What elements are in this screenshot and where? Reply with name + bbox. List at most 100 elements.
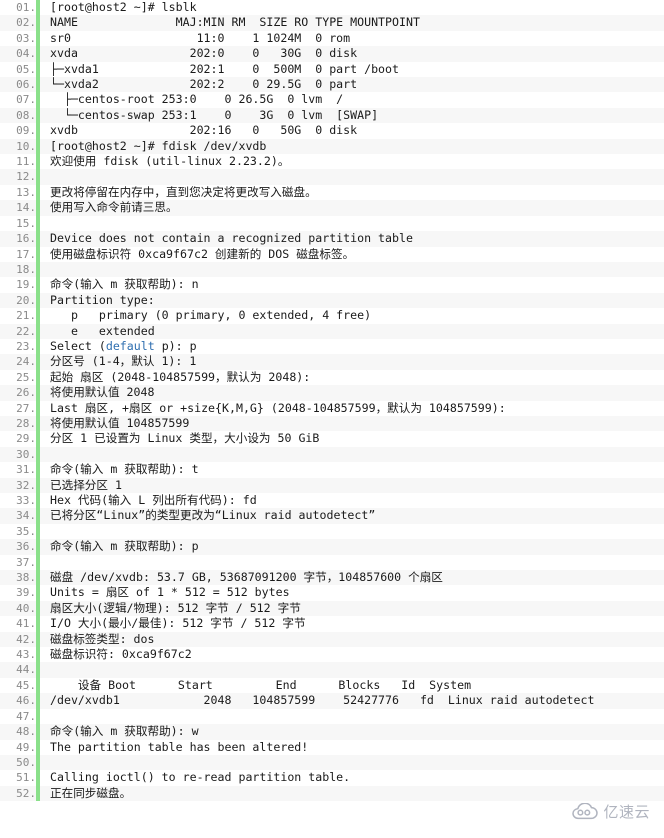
line-number: 21. xyxy=(16,309,36,323)
line-text: p primary (0 primary, 0 extended, 4 free… xyxy=(50,308,372,323)
code-line: 22. e extended xyxy=(0,323,664,339)
code-line: 07. ├─centos-root 253:0 0 26.5G 0 lvm / xyxy=(0,92,664,108)
gutter-accent-bar xyxy=(36,169,40,185)
code-line: 11. 欢迎使用 fdisk (util-linux 2.23.2)。 xyxy=(0,154,664,170)
code-line: 46. /dev/xvdb1 2048 104857599 52427776 fd… xyxy=(0,693,664,709)
line-text: └─centos-swap 253:1 0 3G 0 lvm [SWAP] xyxy=(50,107,379,122)
line-number: 05. xyxy=(16,62,36,76)
code-block: 01. [root@host2 ~]# lsblk 02. NAME MAJ:MIN … xyxy=(0,0,664,838)
code-line: 26. 将使用默认值 2048 xyxy=(0,385,664,401)
line-number: 35. xyxy=(16,524,36,538)
line-number: 29. xyxy=(16,432,36,446)
line-number: 33. xyxy=(16,494,36,507)
gutter-accent-bar xyxy=(36,446,40,463)
cloud-icon xyxy=(572,803,599,820)
line-number: 11. xyxy=(16,155,36,169)
line-number: 09. xyxy=(16,124,36,138)
code-line: 25. 起始 扇区 (2048-104857599，默认为 2048): xyxy=(0,369,664,386)
line-number: 46. xyxy=(16,694,36,708)
line-number: 38. xyxy=(16,571,36,585)
line-number: 32. xyxy=(16,478,36,492)
code-line: 29. 分区 1 已设置为 Linux 类型，大小设为 50 GiB xyxy=(0,431,664,447)
gutter-accent-bar xyxy=(36,554,40,571)
line-number: 52. xyxy=(16,786,36,800)
line-text: 命令(输入 m 获取帮助): w xyxy=(50,724,199,739)
line-number: 03. xyxy=(16,31,36,45)
line-number: 31. xyxy=(16,463,36,477)
code-line: 44. xyxy=(0,662,664,678)
line-text: 磁盘标签类型: dos xyxy=(50,631,155,646)
line-text: 正在同步磁盘。 xyxy=(50,785,132,800)
line-text: 分区 1 已设置为 Linux 类型，大小设为 50 GiB xyxy=(50,431,320,446)
line-number: 04. xyxy=(16,47,36,61)
code-line: 39. Units = 扇区 of 1 * 512 = 512 bytes xyxy=(0,585,664,601)
gutter-accent-bar xyxy=(36,523,40,540)
syntax-token: default xyxy=(105,338,155,353)
line-text: Select (default p): p xyxy=(40,339,664,354)
code-line: 34. 已将分区“Linux”的类型更改为“Linux raid autodete… xyxy=(0,508,664,524)
code-line: 24. 分区号 (1-4，默认 1): 1 xyxy=(0,354,664,370)
code-line: 16. Device does not contain a recognized … xyxy=(0,231,664,247)
line-number: 24. xyxy=(16,355,36,369)
code-line: 41. I/O 大小(最小/最佳): 512 字节 / 512 字节 xyxy=(0,616,664,632)
line-text: Units = 扇区 of 1 * 512 = 512 bytes xyxy=(50,585,290,600)
line-text: Calling ioctl() to re-read partition tab… xyxy=(50,770,351,785)
line-number: 30. xyxy=(16,447,36,461)
line-text: NAME MAJ:MIN RM SIZE RO TYPE MOUNTPOINT xyxy=(50,15,420,30)
line-number: 47. xyxy=(16,709,36,723)
line-text: Partition type: xyxy=(50,292,155,307)
line-text: xvda 202:0 0 30G 0 disk xyxy=(50,46,358,61)
watermark-label: 亿速云 xyxy=(603,803,650,821)
code-line: 43. 磁盘标识符: 0xca9f67c2 xyxy=(0,647,664,663)
line-number: 36. xyxy=(16,540,36,554)
line-text: The partition table has been altered! xyxy=(50,739,309,754)
line-number: 41. xyxy=(16,617,36,631)
line-text: sr0 11:0 1 1024M 0 rom xyxy=(50,30,351,45)
line-text: 欢迎使用 fdisk (util-linux 2.23.2)。 xyxy=(50,154,290,169)
code-line: 31. 命令(输入 m 获取帮助): t xyxy=(0,462,664,478)
line-text: 设备 Boot Start End Blocks Id System xyxy=(50,677,472,692)
line-text: 分区号 (1-4，默认 1): 1 xyxy=(50,354,197,369)
code-line: 51. Calling ioctl() to re-read partition … xyxy=(0,770,664,786)
line-number: 10. xyxy=(16,139,36,153)
code-line: 14. 使用写入命令前请三思。 xyxy=(0,200,664,216)
line-number: 19. xyxy=(16,278,36,292)
code-line: 50. xyxy=(0,754,664,771)
line-text: e extended xyxy=(50,323,155,338)
line-number: 37. xyxy=(16,555,36,569)
code-line-list: 01. [root@host2 ~]# lsblk 02. NAME MAJ:MIN … xyxy=(0,0,664,802)
line-number: 51. xyxy=(16,771,36,785)
code-line: 04. xvda 202:0 0 30G 0 disk xyxy=(0,46,664,62)
line-text: ├─xvda1 202:1 0 500M 0 part /boot xyxy=(50,61,400,76)
line-text: 将使用默认值 104857599 xyxy=(50,415,190,430)
line-number: 07. xyxy=(16,93,36,107)
line-text: Device does not contain a recognized par… xyxy=(50,231,413,246)
line-number: 49. xyxy=(16,740,36,754)
line-text: 磁盘 /dev/xvdb: 53.7 GB, 53687091200 字节，10… xyxy=(50,570,443,585)
code-line: 37. xyxy=(0,554,664,571)
line-number: 28. xyxy=(16,416,36,430)
line-number: 20. xyxy=(16,293,36,307)
line-text: ├─centos-root 253:0 0 26.5G 0 lvm / xyxy=(50,92,344,107)
line-text: Hex 代码(输入 L 列出所有代码): fd xyxy=(50,493,257,507)
line-text: Last 扇区, +扇区 or +size{K,M,G} (2048-10485… xyxy=(50,400,506,415)
line-text: /dev/xvdb1 2048 104857599 52427776 fd Li… xyxy=(50,693,595,708)
line-text: 命令(输入 m 获取帮助): n xyxy=(50,277,199,292)
code-line: 10. [root@host2 ~]# fdisk /dev/xvdb xyxy=(0,138,664,155)
line-number: 23. xyxy=(16,339,36,353)
watermark: 亿速云 xyxy=(572,801,650,822)
gutter-accent-bar xyxy=(36,754,40,771)
gutter-accent-bar xyxy=(36,708,40,725)
line-number: 12. xyxy=(16,170,36,184)
code-line: 19. 命令(输入 m 获取帮助): n xyxy=(0,277,664,293)
line-text: [root@host2 ~]# lsblk xyxy=(50,0,197,14)
code-line: 12. xyxy=(0,169,664,185)
line-number: 45. xyxy=(16,678,36,692)
line-number: 14. xyxy=(16,201,36,215)
line-text: 已将分区“Linux”的类型更改为“Linux raid autodetect” xyxy=(50,508,376,523)
line-number: 22. xyxy=(16,324,36,338)
code-line: 52. 正在同步磁盘。 xyxy=(0,785,664,802)
line-text: 使用磁盘标识符 0xca9f67c2 创建新的 DOS 磁盘标签。 xyxy=(50,246,355,261)
line-number: 16. xyxy=(16,232,36,246)
line-text: 命令(输入 m 获取帮助): p xyxy=(50,539,199,554)
